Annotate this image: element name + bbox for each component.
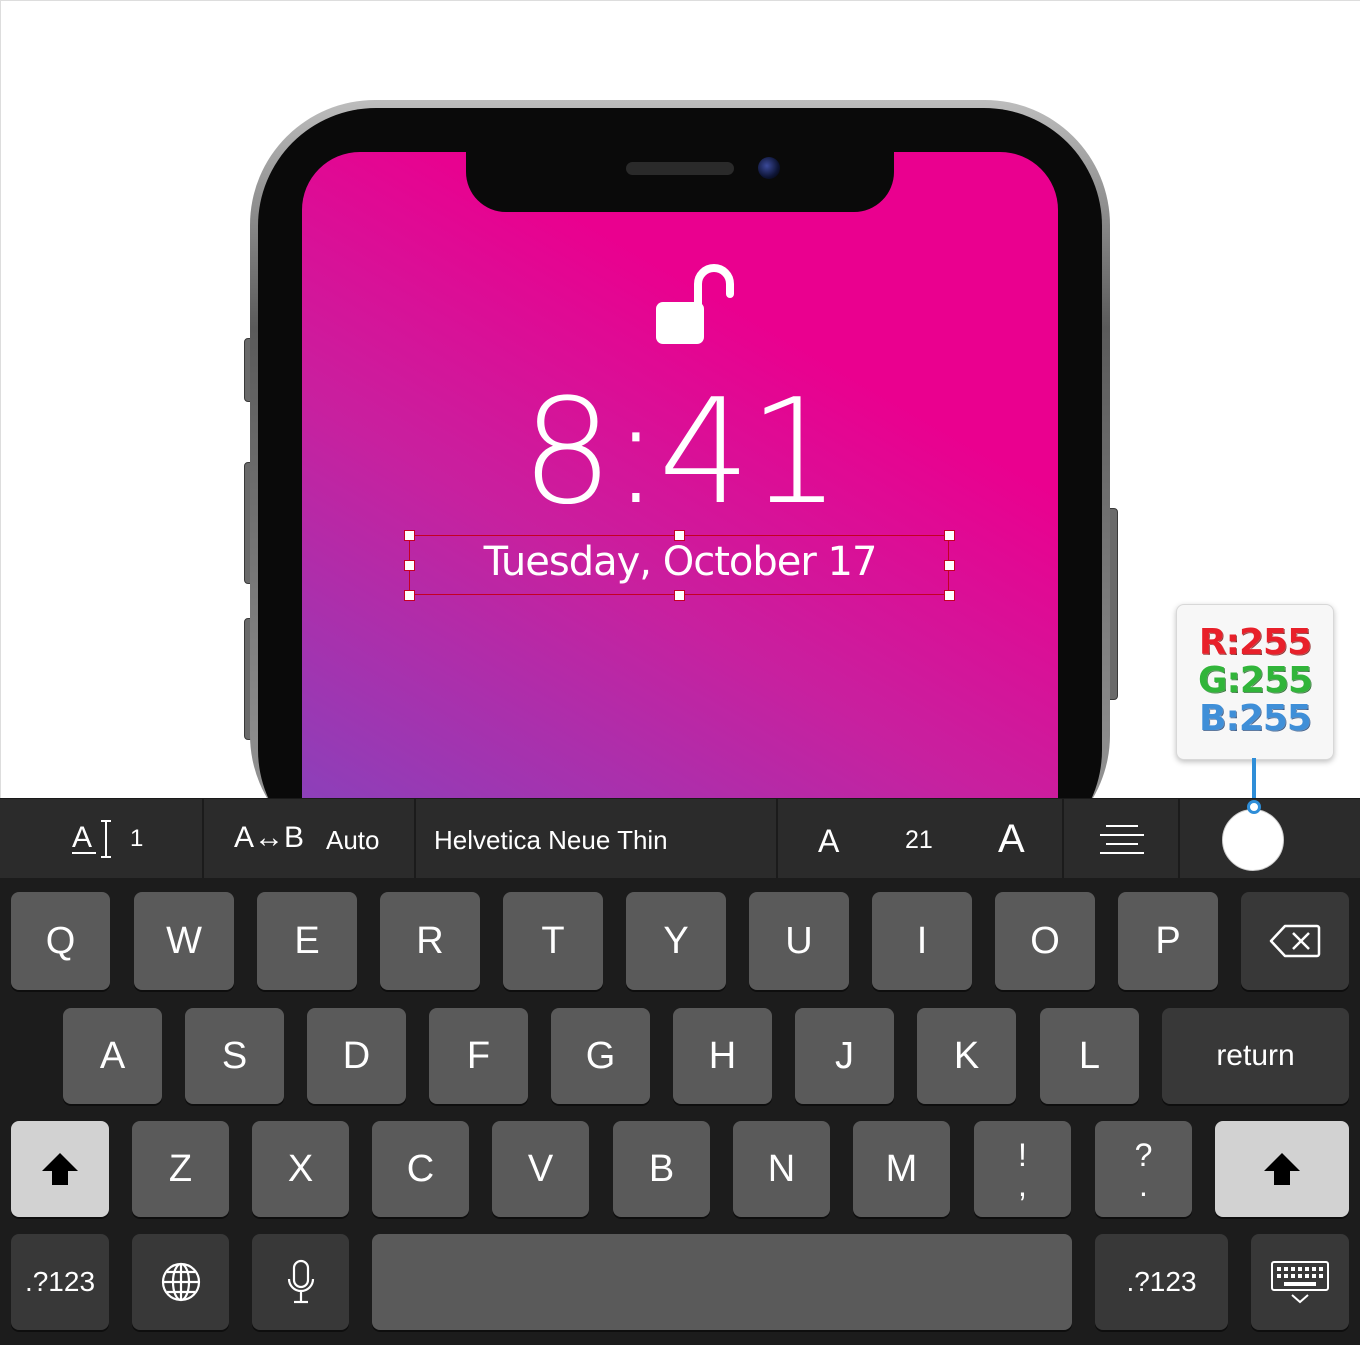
backspace-icon <box>1269 924 1321 958</box>
shift-icon <box>42 1153 78 1185</box>
svg-text:A: A <box>72 821 92 854</box>
globe-key[interactable] <box>132 1234 229 1330</box>
rgb-color-callout: R:255 G:255 B:255 <box>1176 604 1334 760</box>
key-u[interactable]: U <box>749 892 849 990</box>
numbers-key-right[interactable]: .?123 <box>1095 1234 1228 1330</box>
character-spacing-value: Auto <box>326 825 380 855</box>
keyboard-dismiss-icon <box>1271 1261 1329 1304</box>
rgb-red-value: R:255 <box>1198 622 1312 663</box>
key-z[interactable]: Z <box>132 1121 229 1217</box>
key-f[interactable]: F <box>429 1008 528 1104</box>
callout-anchor-dot <box>1247 800 1261 814</box>
key-question-period[interactable]: ? . <box>1095 1121 1192 1217</box>
key-e[interactable]: E <box>257 892 357 990</box>
key-b[interactable]: B <box>613 1121 710 1217</box>
selection-handle-bottom-right[interactable] <box>944 590 955 601</box>
key-m[interactable]: M <box>853 1121 950 1217</box>
character-spacing-icon: A↔B <box>234 821 305 854</box>
selection-handle-top-right[interactable] <box>944 530 955 541</box>
key-q[interactable]: Q <box>11 892 110 990</box>
rgb-blue-value: B:255 <box>1199 698 1312 739</box>
space-bar[interactable] <box>372 1234 1072 1330</box>
selection-handle-middle-right[interactable] <box>944 560 955 571</box>
key-x[interactable]: X <box>252 1121 349 1217</box>
text-alignment-control[interactable] <box>1064 799 1180 879</box>
line-spacing-control[interactable]: A 1 <box>0 799 204 879</box>
backspace-key[interactable] <box>1241 892 1349 990</box>
text-format-toolbar: A 1 A↔B Auto Helvetica Neue Thin A 21 A <box>0 798 1360 880</box>
font-size-value[interactable]: 21 <box>905 826 933 855</box>
return-key[interactable]: return <box>1162 1008 1349 1104</box>
selection-handle-top-middle[interactable] <box>674 530 685 541</box>
selection-handle-top-left[interactable] <box>404 530 415 541</box>
key-o[interactable]: O <box>995 892 1095 990</box>
shift-key-left[interactable] <box>11 1121 109 1217</box>
dictation-key[interactable] <box>252 1234 349 1330</box>
microphone-icon <box>287 1259 314 1304</box>
shift-icon <box>1264 1153 1300 1185</box>
phone-notch <box>466 148 894 212</box>
key-r[interactable]: R <box>380 892 480 990</box>
numbers-key-left[interactable]: .?123 <box>11 1234 109 1330</box>
key-h[interactable]: H <box>673 1008 772 1104</box>
font-size-control: A 21 A <box>778 799 1064 879</box>
on-screen-keyboard: Q W E R T Y U I O P A S D F G H J K L re… <box>0 878 1360 1345</box>
key-exclamation-comma[interactable]: ! , <box>974 1121 1071 1217</box>
fill-color-swatch[interactable] <box>1222 809 1284 871</box>
character-spacing-control[interactable]: A↔B Auto <box>204 799 416 879</box>
selection-handle-bottom-middle[interactable] <box>674 590 685 601</box>
key-p[interactable]: P <box>1118 892 1218 990</box>
font-family-selector[interactable]: Helvetica Neue Thin <box>416 799 778 879</box>
text-selection-box[interactable] <box>409 535 949 595</box>
front-camera <box>758 157 780 179</box>
key-j[interactable]: J <box>795 1008 894 1104</box>
key-a[interactable]: A <box>63 1008 162 1104</box>
shift-key-right[interactable] <box>1215 1121 1349 1217</box>
key-c[interactable]: C <box>372 1121 469 1217</box>
key-i[interactable]: I <box>872 892 972 990</box>
font-family-name: Helvetica Neue Thin <box>434 825 668 855</box>
key-d[interactable]: D <box>307 1008 406 1104</box>
key-n[interactable]: N <box>733 1121 830 1217</box>
align-center-icon <box>1100 825 1144 854</box>
lockscreen-time[interactable]: 8:41 <box>480 378 880 528</box>
increase-font-size-button[interactable]: A <box>998 817 1025 862</box>
key-s[interactable]: S <box>185 1008 284 1104</box>
key-period-label: . <box>1139 1167 1148 1203</box>
text-baseline-icon: A <box>72 820 111 858</box>
rgb-green-value: G:255 <box>1197 660 1313 701</box>
key-l[interactable]: L <box>1040 1008 1139 1104</box>
decrease-font-size-button[interactable]: A <box>818 823 839 860</box>
key-g[interactable]: G <box>551 1008 650 1104</box>
selection-handle-bottom-left[interactable] <box>404 590 415 601</box>
unlocked-padlock-icon[interactable] <box>654 262 736 348</box>
key-t[interactable]: T <box>503 892 603 990</box>
speaker-grille <box>626 162 734 175</box>
key-v[interactable]: V <box>492 1121 589 1217</box>
line-spacing-value: 1 <box>130 825 144 852</box>
globe-icon <box>161 1262 200 1302</box>
key-w[interactable]: W <box>134 892 234 990</box>
key-comma-label: , <box>1018 1167 1027 1203</box>
key-k[interactable]: K <box>917 1008 1016 1104</box>
selection-handle-middle-left[interactable] <box>404 560 415 571</box>
dismiss-keyboard-key[interactable] <box>1251 1234 1349 1330</box>
key-y[interactable]: Y <box>626 892 726 990</box>
